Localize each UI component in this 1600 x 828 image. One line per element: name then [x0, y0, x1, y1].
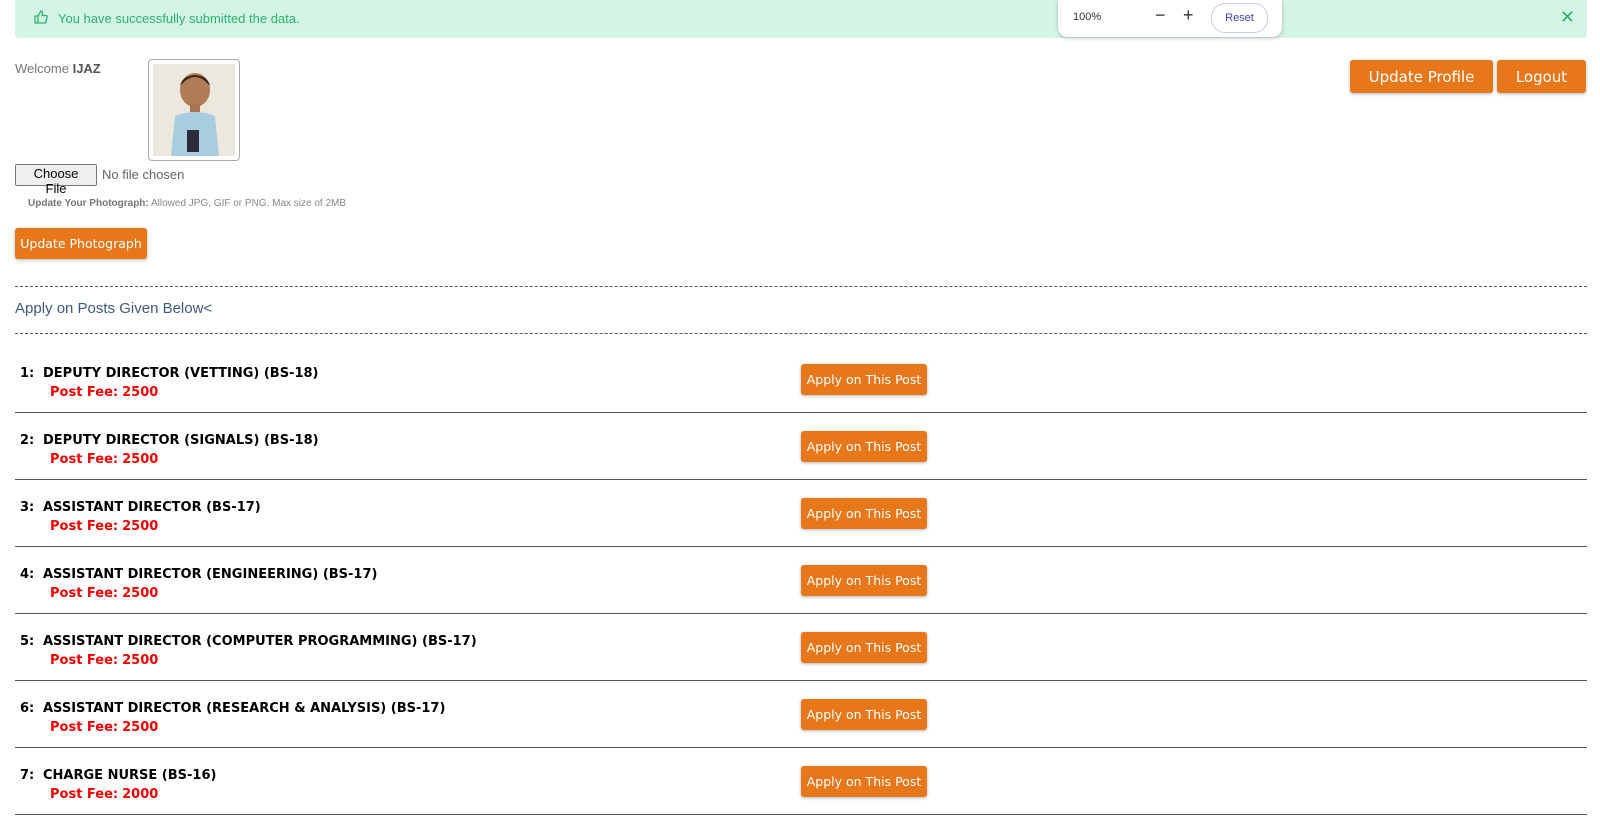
- alert-message: You have successfully submitted the data…: [58, 11, 300, 26]
- close-icon[interactable]: ✕: [1560, 7, 1575, 28]
- logout-button[interactable]: Logout: [1497, 60, 1586, 93]
- post-number: 3:: [20, 500, 35, 515]
- apply-button[interactable]: Apply on This Post: [801, 565, 927, 596]
- post-number: 7:: [20, 768, 35, 783]
- post-fee-value: 2500: [122, 385, 159, 400]
- post-fee-label: Post Fee:: [50, 586, 119, 601]
- list-item: 7: CHARGE NURSE (BS-16) Post Fee: 2000 Ap…: [15, 748, 1587, 815]
- post-fee: Post Fee: 2500: [50, 385, 158, 400]
- post-fee-value: 2500: [122, 653, 159, 668]
- post-fee-label: Post Fee:: [50, 452, 119, 467]
- success-alert: You have successfully submitted the data…: [15, 0, 1587, 38]
- post-number: 5:: [20, 634, 35, 649]
- update-profile-button[interactable]: Update Profile: [1350, 60, 1493, 93]
- choose-file-button[interactable]: Choose File: [15, 164, 97, 196]
- list-item: 4: ASSISTANT DIRECTOR (ENGINEERING) (BS-…: [15, 547, 1587, 614]
- list-item: 5: ASSISTANT DIRECTOR (COMPUTER PROGRAMM…: [15, 614, 1587, 681]
- apply-button[interactable]: Apply on This Post: [801, 498, 927, 529]
- zoom-toolbar: 100% − + Reset: [1058, 0, 1282, 37]
- post-fee: Post Fee: 2500: [50, 720, 158, 735]
- divider-bottom: [15, 333, 1587, 334]
- photo-hint-label: Update Your Photograph:: [28, 198, 149, 209]
- post-fee-value: 2000: [122, 787, 159, 802]
- post-fee: Post Fee: 2500: [50, 452, 158, 467]
- welcome-prefix: Welcome: [15, 61, 69, 76]
- post-fee-label: Post Fee:: [50, 519, 119, 534]
- profile-photo: [148, 59, 240, 161]
- post-number: 2:: [20, 433, 35, 448]
- photo-hint: Update Your Photograph: Allowed JPG, GIF…: [28, 198, 346, 209]
- username: IJAZ: [72, 61, 101, 76]
- post-title: DEPUTY DIRECTOR (SIGNALS) (BS-18): [43, 433, 319, 448]
- zoom-out-button[interactable]: −: [1155, 5, 1166, 26]
- zoom-reset-button[interactable]: Reset: [1211, 3, 1268, 33]
- zoom-level: 100%: [1073, 11, 1102, 23]
- list-item: 6: ASSISTANT DIRECTOR (RESEARCH & ANALYS…: [15, 681, 1587, 748]
- post-fee-label: Post Fee:: [50, 720, 119, 735]
- posts-list: 1: DEPUTY DIRECTOR (VETTING) (BS-18) Pos…: [15, 346, 1587, 815]
- apply-button[interactable]: Apply on This Post: [801, 364, 927, 395]
- list-item: 2: DEPUTY DIRECTOR (SIGNALS) (BS-18) Pos…: [15, 413, 1587, 480]
- divider-top: [15, 286, 1587, 287]
- post-title: ASSISTANT DIRECTOR (BS-17): [43, 500, 261, 515]
- welcome-text: Welcome IJAZ: [15, 61, 101, 76]
- post-title: ASSISTANT DIRECTOR (COMPUTER PROGRAMMING…: [43, 634, 477, 649]
- post-fee: Post Fee: 2500: [50, 519, 158, 534]
- photo-hint-text: Allowed JPG, GIF or PNG. Max size of 2MB: [150, 198, 347, 209]
- post-fee-label: Post Fee:: [50, 385, 119, 400]
- avatar: [153, 64, 235, 156]
- zoom-in-button[interactable]: +: [1183, 5, 1194, 26]
- section-title: Apply on Posts Given Below<: [15, 300, 213, 317]
- post-title: CHARGE NURSE (BS-16): [43, 768, 217, 783]
- thumbs-up-icon: [33, 9, 49, 25]
- post-title: ASSISTANT DIRECTOR (RESEARCH & ANALYSIS)…: [43, 701, 446, 716]
- post-fee-label: Post Fee:: [50, 787, 119, 802]
- post-fee: Post Fee: 2500: [50, 653, 158, 668]
- post-title: ASSISTANT DIRECTOR (ENGINEERING) (BS-17): [43, 567, 378, 582]
- post-title: DEPUTY DIRECTOR (VETTING) (BS-18): [43, 366, 319, 381]
- no-file-text: No file chosen: [102, 167, 185, 182]
- list-item: 3: ASSISTANT DIRECTOR (BS-17) Post Fee: 2…: [15, 480, 1587, 547]
- post-fee-value: 2500: [122, 452, 159, 467]
- apply-button[interactable]: Apply on This Post: [801, 632, 927, 663]
- update-photograph-button[interactable]: Update Photograph: [15, 228, 147, 259]
- post-fee-value: 2500: [122, 519, 159, 534]
- post-fee: Post Fee: 2500: [50, 586, 158, 601]
- list-item: 1: DEPUTY DIRECTOR (VETTING) (BS-18) Pos…: [15, 346, 1587, 413]
- post-number: 6:: [20, 701, 35, 716]
- post-number: 4:: [20, 567, 35, 582]
- post-fee: Post Fee: 2000: [50, 787, 158, 802]
- post-fee-label: Post Fee:: [50, 653, 119, 668]
- apply-button[interactable]: Apply on This Post: [801, 431, 927, 462]
- apply-button[interactable]: Apply on This Post: [801, 766, 927, 797]
- post-fee-value: 2500: [122, 586, 159, 601]
- post-number: 1:: [20, 366, 35, 381]
- post-fee-value: 2500: [122, 720, 159, 735]
- apply-button[interactable]: Apply on This Post: [801, 699, 927, 730]
